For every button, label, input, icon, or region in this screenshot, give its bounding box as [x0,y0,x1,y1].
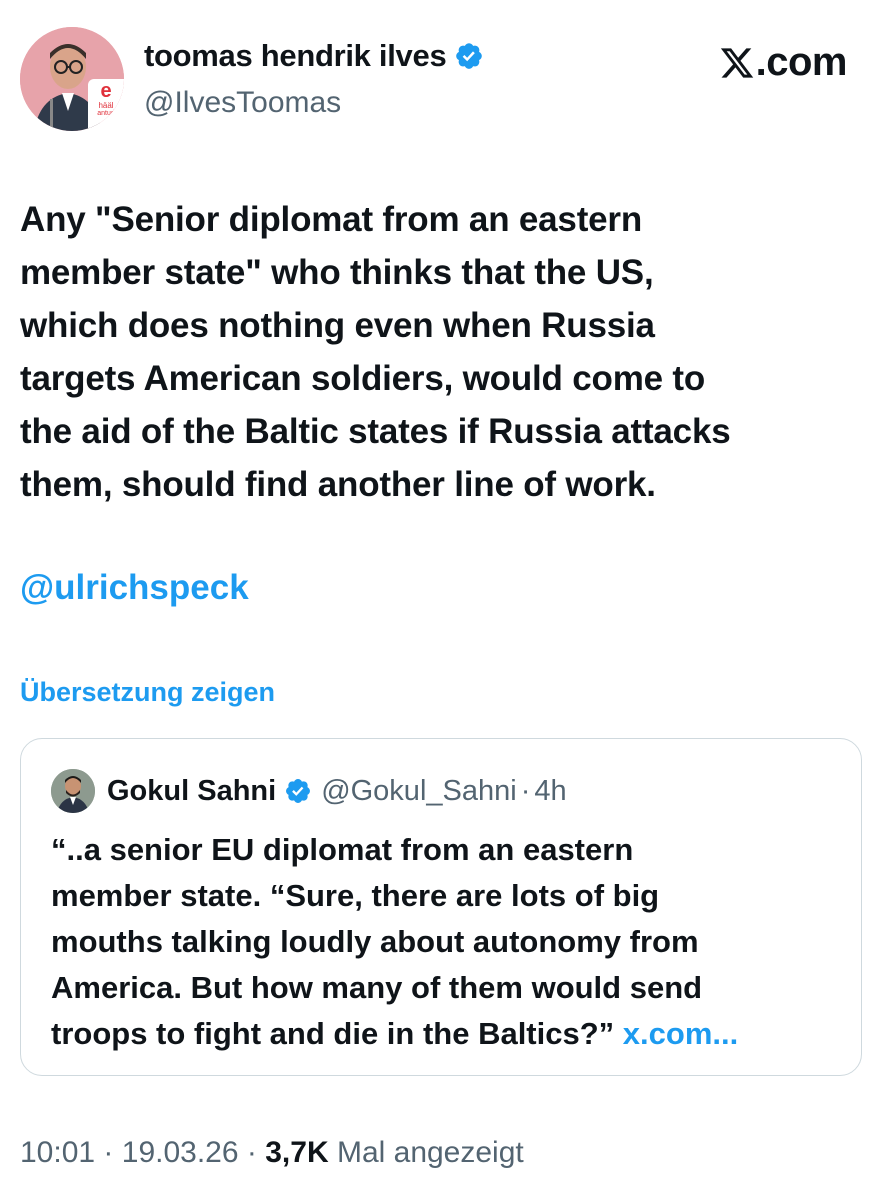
tweet-line: the aid of the Baltic states if Russia a… [20,412,731,451]
tweet-line: targets American soldiers, would come to [20,359,706,398]
avatar-badge-line2: antud [97,110,115,117]
avatar-badge: e hääl antud [88,79,124,131]
brand-label: .com [755,40,848,84]
tweet-screenshot: e hääl antud toomas hendrik ilves @Ilves… [0,0,885,1200]
quoted-tweet-line: mouths talking loudly about autonomy fro… [51,924,699,959]
quoted-tweet-time[interactable]: 4h [534,775,566,808]
tweet-line: Any "Senior diplomat from an eastern [20,200,643,239]
mention-link[interactable]: @ulrichspeck [20,568,249,608]
quoted-tweet-line-last: troops to fight and die in the Baltics?”… [51,1011,851,1057]
tweet-date[interactable]: 19.03.26 [122,1136,239,1169]
tweet-line: which does nothing even when Russia [20,306,655,345]
separator-dot: · [246,1136,257,1169]
show-translation-link[interactable]: Übersetzung zeigen [20,677,275,708]
quoted-tweet-header: Gokul Sahni @Gokul_Sahni · 4h [51,769,567,813]
quoted-author-avatar[interactable] [51,769,95,813]
quoted-tweet-line: “..a senior EU diplomat from an eastern [51,832,634,867]
tweet-meta: 10:01 · 19.03.26 · 3,7K Mal angezeigt [20,1136,524,1170]
verified-badge-icon [454,41,484,71]
author-avatar[interactable]: e hääl antud [20,27,124,131]
verified-badge-icon [284,777,312,805]
quoted-tweet-text: “..a senior EU diplomat from an eastern … [51,827,851,1057]
author-handle[interactable]: @IlvesToomas [144,86,341,120]
tweet-line: them, should find another line of work. [20,465,656,504]
quoted-author-handle[interactable]: @Gokul_Sahni [321,775,517,808]
x-logo-icon [719,45,755,81]
tweet-time[interactable]: 10:01 [20,1136,95,1169]
separator-dot: · [520,774,531,807]
quoted-tweet-line: troops to fight and die in the Baltics?” [51,1016,615,1051]
tweet-text: Any "Senior diplomat from an eastern mem… [20,193,870,511]
quoted-tweet-card[interactable]: Gokul Sahni @Gokul_Sahni · 4h “..a senio… [20,738,862,1076]
views-count: 3,7K [265,1136,329,1169]
quoted-tweet-line: member state. “Sure, there are lots of b… [51,878,660,913]
x-brand: .com [719,40,848,85]
separator-dot: · [103,1136,114,1169]
avatar-badge-line1: hääl [98,101,114,110]
quoted-tweet-link[interactable]: x.com... [623,1016,738,1051]
author-name-row[interactable]: toomas hendrik ilves [144,38,484,74]
views-label: Mal angezeigt [336,1136,524,1169]
quoted-tweet-line: America. But how many of them would send [51,970,703,1005]
author-name[interactable]: toomas hendrik ilves [144,38,447,74]
tweet-line: member state" who thinks that the US, [20,253,654,292]
avatar-badge-letter: e [100,80,112,102]
quoted-author-name[interactable]: Gokul Sahni [107,775,276,808]
